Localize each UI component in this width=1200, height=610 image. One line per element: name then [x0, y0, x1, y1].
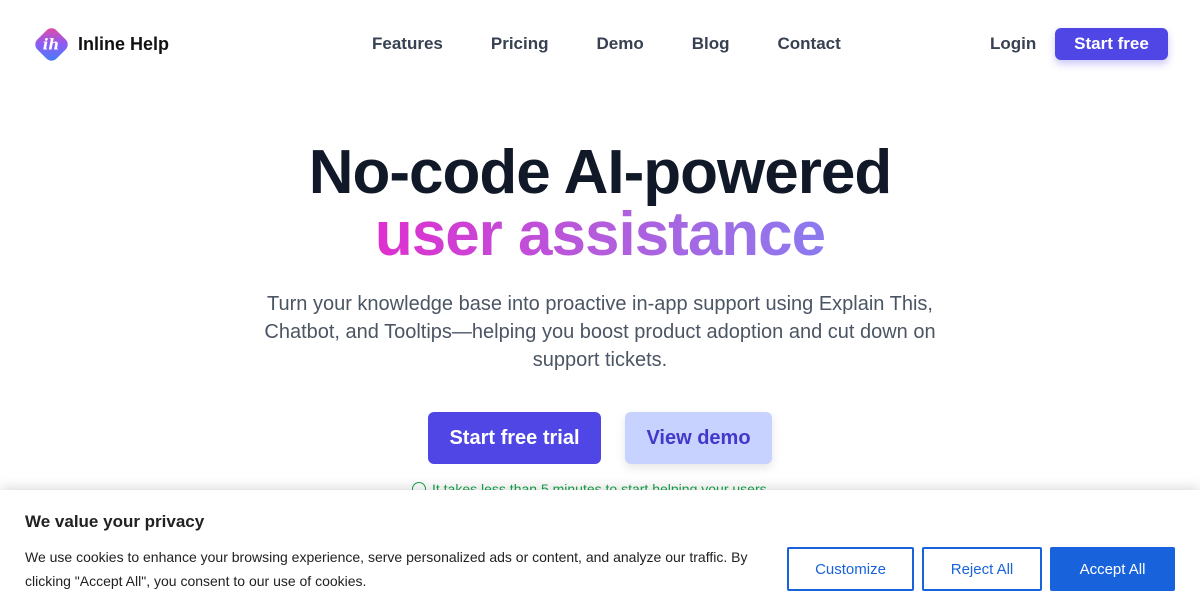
hero-title: No-code AI-powered user assistance — [0, 142, 1200, 266]
logo-icon: ih — [31, 24, 71, 64]
customize-button[interactable]: Customize — [787, 547, 914, 591]
start-free-button[interactable]: Start free — [1055, 28, 1168, 60]
hero-subtitle: Turn your knowledge base into proactive … — [264, 293, 936, 371]
cookie-title: We value your privacy — [25, 512, 205, 531]
hero-title-line2: user assistance — [370, 204, 830, 266]
top-nav: ih Inline Help Features Pricing Demo Blo… — [0, 0, 1200, 86]
nav-pricing[interactable]: Pricing — [491, 34, 549, 54]
nav-demo[interactable]: Demo — [597, 34, 644, 54]
accept-all-button[interactable]: Accept All — [1050, 547, 1175, 591]
cookie-text: We use cookies to enhance your browsing … — [25, 549, 748, 589]
nav-links: Features Pricing Demo Blog Contact — [372, 34, 841, 54]
nav-features[interactable]: Features — [372, 34, 443, 54]
cookie-banner: We value your privacy We use cookies to … — [0, 490, 1200, 610]
reject-all-button[interactable]: Reject All — [922, 547, 1042, 591]
brand-name: Inline Help — [78, 33, 170, 54]
hero-title-line1: No-code AI-powered — [308, 138, 893, 207]
nav-blog[interactable]: Blog — [692, 34, 730, 54]
start-free-trial-button[interactable]: Start free trial — [428, 412, 601, 464]
nav-contact[interactable]: Contact — [778, 34, 841, 54]
view-demo-button[interactable]: View demo — [625, 412, 772, 464]
login-link[interactable]: Login — [990, 34, 1036, 54]
logo[interactable]: ih Inline Help — [31, 24, 170, 64]
